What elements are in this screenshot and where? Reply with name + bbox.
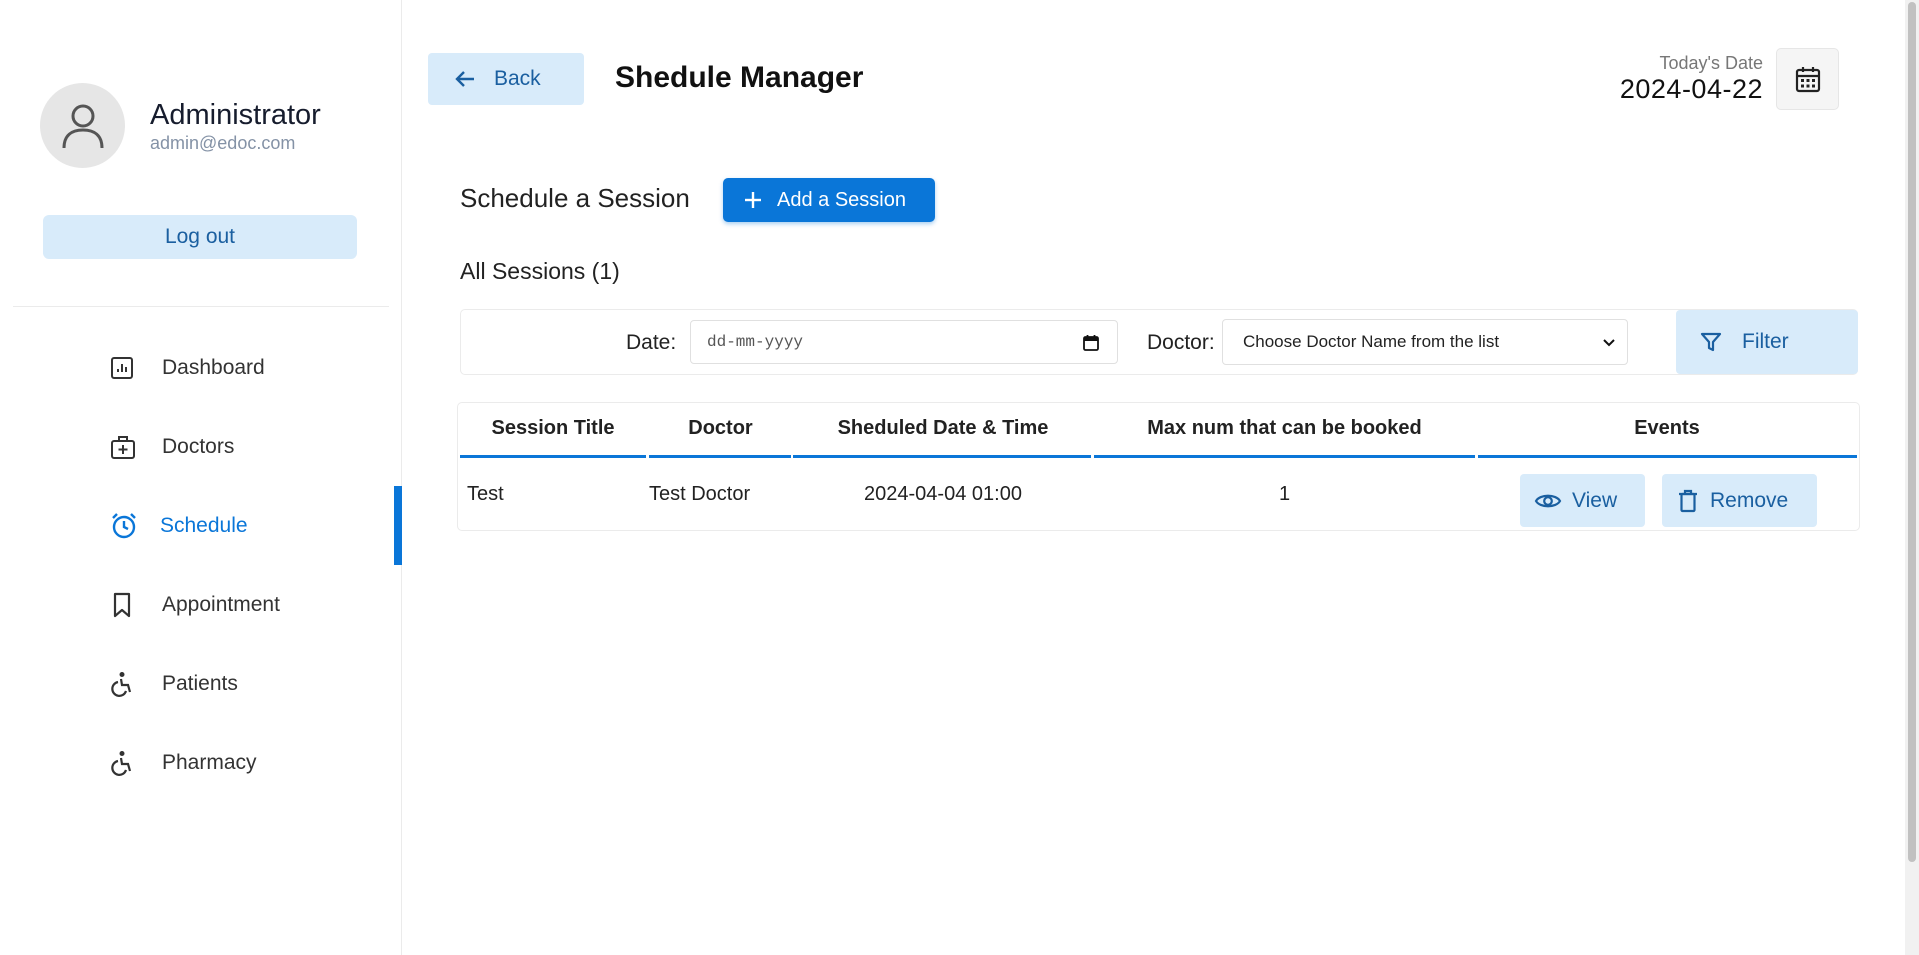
sidebar: Administrator admin@edoc.com Log out Das…: [0, 0, 402, 955]
filter-bar: Date: dd-mm-yyyy Doctor: Choose Doctor N…: [460, 309, 1858, 375]
all-sessions-heading: All Sessions (1): [460, 258, 620, 284]
sidebar-item-appointment[interactable]: Appointment: [0, 565, 402, 644]
vertical-scrollbar[interactable]: [1905, 0, 1919, 955]
calendar-button[interactable]: [1776, 48, 1839, 110]
sidebar-item-dashboard[interactable]: Dashboard: [0, 328, 402, 407]
sidebar-item-label: Schedule: [160, 513, 248, 537]
sidebar-item-label: Dashboard: [162, 355, 265, 379]
scrollbar-thumb[interactable]: [1908, 2, 1916, 862]
view-label: View: [1572, 488, 1618, 512]
filter-icon: [1700, 332, 1722, 352]
eye-icon: [1534, 494, 1562, 507]
filter-button[interactable]: Filter: [1676, 310, 1858, 374]
doctor-select[interactable]: Choose Doctor Name from the list: [1222, 319, 1628, 365]
date-filter-label: Date:: [626, 331, 677, 354]
back-label: Back: [494, 67, 541, 90]
profile-email: admin@edoc.com: [150, 132, 296, 153]
sessions-table: Session Title Doctor Sheduled Date & Tim…: [457, 402, 1860, 531]
wheelchair-icon: [110, 750, 142, 776]
todays-date: Today's Date 2024-04-22: [1620, 53, 1763, 105]
profile: Administrator admin@edoc.com: [40, 83, 321, 168]
date-filter-input[interactable]: dd-mm-yyyy: [690, 320, 1118, 364]
profile-name: Administrator: [150, 98, 321, 131]
sidebar-item-schedule[interactable]: Schedule: [0, 486, 402, 565]
sidebar-item-label: Patients: [162, 671, 238, 695]
dashboard-icon: [110, 356, 142, 380]
sidebar-divider: [13, 306, 389, 307]
column-underline: [1478, 455, 1857, 458]
sidebar-nav: Dashboard Doctors Schedule Appointment P…: [0, 328, 402, 802]
sidebar-item-label: Pharmacy: [162, 750, 257, 774]
date-label: Today's Date: [1659, 53, 1764, 73]
column-header: Sheduled Date & Time: [837, 417, 1049, 439]
section-title: Schedule a Session: [460, 183, 690, 213]
add-session-label: Add a Session: [777, 188, 906, 211]
remove-button[interactable]: Remove: [1662, 474, 1817, 527]
column-underline: [649, 455, 791, 458]
column-header: Session Title: [491, 417, 615, 439]
trash-icon: [1679, 489, 1697, 512]
doctor-select-value: Choose Doctor Name from the list: [1243, 332, 1500, 351]
column-header: Max num that can be booked: [1147, 417, 1422, 439]
user-icon: [62, 104, 103, 148]
column-header: Events: [1634, 417, 1700, 439]
session-title-cell: Test: [467, 483, 504, 505]
plus-icon: [745, 192, 761, 208]
datetime-cell: 2024-04-04 01:00: [864, 483, 1022, 505]
view-button[interactable]: View: [1520, 474, 1645, 527]
medical-kit-icon: [110, 434, 142, 460]
avatar: [40, 83, 125, 168]
column-header: Doctor: [688, 417, 753, 439]
column-underline: [460, 455, 646, 458]
bookmark-icon: [110, 592, 142, 618]
sidebar-item-label: Appointment: [162, 592, 280, 616]
chevron-down-icon: [1603, 339, 1615, 347]
remove-label: Remove: [1710, 488, 1789, 512]
calendar-icon[interactable]: [1083, 334, 1099, 351]
filter-label: Filter: [1742, 330, 1789, 353]
logout-button[interactable]: Log out: [43, 215, 357, 259]
sidebar-item-doctors[interactable]: Doctors: [0, 407, 402, 486]
arrow-left-icon: [455, 71, 474, 87]
column-underline: [1094, 455, 1475, 458]
wheelchair-icon: [110, 671, 142, 697]
sidebar-item-label: Doctors: [162, 434, 235, 458]
calendar-icon: [1795, 67, 1820, 93]
back-button[interactable]: Back: [428, 53, 584, 105]
max-bookings-cell: 1: [1278, 483, 1291, 505]
sidebar-item-patients[interactable]: Patients: [0, 644, 402, 723]
doctor-filter-label: Doctor:: [1147, 331, 1215, 354]
active-indicator: [394, 486, 402, 565]
column-underline: [793, 455, 1091, 458]
sidebar-item-pharmacy[interactable]: Pharmacy: [0, 723, 402, 802]
date-placeholder: dd-mm-yyyy: [707, 333, 804, 351]
add-session-button[interactable]: Add a Session: [723, 178, 935, 222]
doctor-cell: Test Doctor: [649, 483, 751, 505]
alarm-clock-icon: [110, 512, 142, 540]
date-value: 2024-04-22: [1619, 74, 1763, 104]
page-title: Shedule Manager: [615, 61, 864, 94]
